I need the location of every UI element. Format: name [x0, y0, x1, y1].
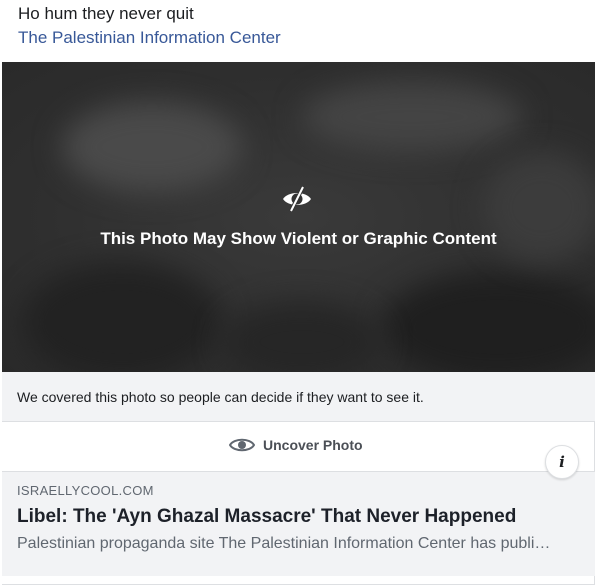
- covered-photo[interactable]: This Photo May Show Violent or Graphic C…: [2, 62, 595, 372]
- cover-notice: We covered this photo so people can deci…: [2, 372, 595, 422]
- uncover-photo-label: Uncover Photo: [263, 437, 363, 453]
- link-domain: ISRAELLYCOOL.COM: [17, 483, 154, 498]
- graphic-content-warning: This Photo May Show Violent or Graphic C…: [100, 229, 497, 248]
- link-headline[interactable]: Libel: The 'Ayn Ghazal Massacre' That Ne…: [17, 506, 516, 528]
- link-preview[interactable]: ISRAELLYCOOL.COM Libel: The 'Ayn Ghazal …: [2, 472, 595, 576]
- post-text: Ho hum they never quit: [18, 4, 194, 23]
- info-icon[interactable]: i: [545, 445, 579, 479]
- cover-notice-text: We covered this photo so people can deci…: [17, 389, 424, 405]
- shared-link-card: This Photo May Show Violent or Graphic C…: [2, 62, 595, 585]
- link-description: Palestinian propaganda site The Palestin…: [17, 535, 557, 552]
- eye-slash-icon: [283, 186, 311, 212]
- eye-icon: [229, 438, 255, 452]
- uncover-photo-button[interactable]: Uncover Photo: [2, 422, 595, 472]
- source-page-link[interactable]: The Palestinian Information Center: [18, 27, 281, 49]
